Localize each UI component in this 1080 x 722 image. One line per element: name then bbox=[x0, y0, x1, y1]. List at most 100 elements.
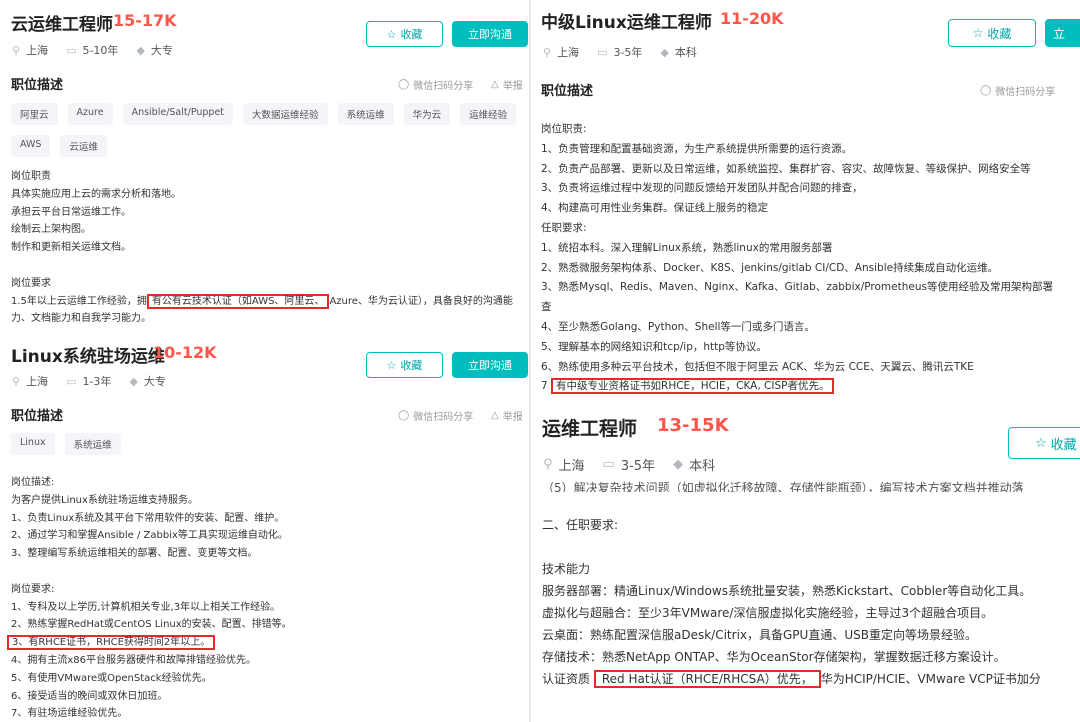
report-link[interactable]: △ 举报 bbox=[491, 77, 527, 92]
job-title: 云运维工程师 bbox=[11, 15, 113, 35]
job-city: 上海 bbox=[26, 44, 49, 57]
desc-line: 7、有驻场运维经验优先。 bbox=[11, 708, 128, 720]
desc-line: 6、熟练使用多种云平台技术，包括但不限于阿里云 ACK、华为云 CCE、天翼云、… bbox=[541, 360, 974, 373]
desc-line: 3、整理编写系统运维相关的部署、配置、变更等文档。 bbox=[11, 548, 258, 560]
wechat-share-link[interactable]: ◯ 微信扫码分享 bbox=[398, 77, 477, 92]
favorite-label: 收藏 bbox=[400, 28, 423, 41]
desc-line: 5、有使用VMware或OpenStack经验优先。 bbox=[11, 672, 212, 684]
skill-tags: 阿里云 Azure Ansible/Salt/Puppet 大数据运维经验 系统… bbox=[11, 103, 529, 167]
job-title: 运维工程师 bbox=[542, 418, 638, 440]
desc-line: 承担云平台日常运维工作。 bbox=[11, 206, 131, 218]
desc-line: 查 bbox=[541, 301, 552, 314]
job-experience: 5-10年 bbox=[82, 44, 119, 57]
job-experience: 1-3年 bbox=[82, 375, 112, 388]
desc-line: 1、统招本科。深入理解Linux系统，熟悉linux的常用服务部署 bbox=[541, 241, 833, 254]
job-salary: 13-15K bbox=[657, 415, 729, 436]
highlight-box: 有中级专业资格证书如RHCE，HCIE，CKA, CISP者优先。 bbox=[551, 378, 835, 395]
wechat-share-label: 微信扫码分享 bbox=[995, 87, 1056, 98]
desc-line: 1、负责Linux系统及其平台下常用软件的安装、配置、维护。 bbox=[11, 512, 285, 524]
job-panel-linux-onsite: Linux系统驻场运维 10-12K ⚲ 上海 ▭ 1-3年 ◆ 大专 ☆ 收藏 立即沟… bbox=[0, 338, 529, 722]
desc-line: 2、通过学习和掌握Ansible / Zabbix等工具实现运维自动化。 bbox=[11, 530, 288, 542]
desc-line: 4、至少熟悉Golang、Python、Shell等一门或多门语言。 bbox=[541, 320, 815, 333]
highlight-box: 3、有RHCE证书，RHCE获得时间2年以上。 bbox=[7, 635, 216, 651]
desc-line: 1、专科及以上学历,计算机相关专业,3年以上相关工作经验。 bbox=[11, 601, 281, 613]
req-text: Azure、华为云认证），具备良好的沟通能 bbox=[329, 295, 513, 307]
skill-tag: 系统运维 bbox=[337, 103, 394, 125]
job-city: 上海 bbox=[557, 46, 580, 59]
desc-line: 2、熟练掌握RedHat或CentOS Linux的安装、配置、排错等。 bbox=[11, 619, 292, 631]
desc-line: 岗位描述: bbox=[11, 477, 55, 488]
job-description: （5）解决复杂技术问题（如虚拟化迁移故障、存储性能瓶颈），编写技术方案文档并推动… bbox=[542, 481, 1041, 690]
favorite-button[interactable]: ☆ 收藏 bbox=[948, 19, 1036, 47]
desc-line-cut: （5）解决复杂技术问题（如虚拟化迁移故障、存储性能瓶颈），编写技术方案文档并推动… bbox=[542, 481, 1024, 492]
job-experience: 3-5年 bbox=[613, 46, 643, 59]
desc-line: 岗位要求: bbox=[11, 583, 55, 595]
location-icon: ⚲ bbox=[543, 45, 552, 59]
location-icon: ⚲ bbox=[543, 457, 553, 472]
wechat-share-link[interactable]: ◯ 微信扫码分享 bbox=[980, 83, 1059, 98]
section-title: 职位描述 bbox=[11, 409, 64, 424]
skill-tag: Azure bbox=[67, 103, 113, 125]
favorite-button[interactable]: ☆ 收藏 bbox=[366, 352, 443, 378]
section-title: 职位描述 bbox=[11, 78, 64, 93]
desc-line: 2、熟悉微服务架构体系、Docker、K8S、jenkins/gitlab CI… bbox=[541, 261, 999, 274]
chat-now-button[interactable]: 立 bbox=[1045, 19, 1080, 47]
section-subtitle: 二、任职要求: bbox=[542, 518, 619, 532]
desc-line: 存储技术：熟悉NetApp ONTAP、华为OceanStor存储架构，掌握数据… bbox=[542, 650, 1006, 664]
req-text: 1.5年以上云运维工作经验，拥 bbox=[11, 295, 147, 307]
desc-line: 1.5年以上云运维工作经验，拥 有公有云技术认证（如AWS、阿里云、 Azure、华… bbox=[11, 293, 513, 311]
list-number: 7 bbox=[541, 380, 548, 393]
job-description: 岗位职责: 1、负责管理和配置基础资源，为生产系统提供所需要的运行资源。 2、负… bbox=[541, 120, 1053, 397]
chat-now-button[interactable]: 立即沟通 bbox=[452, 21, 528, 47]
job-meta: ⚲ 上海 ▭ 1-3年 ◆ 大专 bbox=[12, 373, 184, 389]
skill-tag: 系统运维 bbox=[64, 433, 121, 455]
desc-line: 3、有RHCE证书，RHCE获得时间2年以上。 bbox=[7, 634, 292, 652]
skill-tag: Linux bbox=[11, 433, 55, 455]
job-meta: ⚲ 上海 ▭ 5-10年 ◆ 大专 bbox=[12, 42, 191, 58]
star-icon: ☆ bbox=[386, 358, 397, 372]
desc-line: 岗位职责: bbox=[541, 123, 587, 135]
warning-icon: △ bbox=[491, 410, 499, 421]
cert-text: 华为HCIP/HCIE、VMware VCP证书加分 bbox=[820, 672, 1041, 686]
highlight-box: 有公有云技术认证（如AWS、阿里云、 bbox=[146, 293, 330, 309]
job-education: 大专 bbox=[143, 375, 166, 388]
desc-line: 3、负责将运维过程中发现的问题反馈给开发团队并配合问题的排查， bbox=[541, 182, 863, 195]
desc-line: 绘制云上架构图。 bbox=[11, 224, 91, 236]
desc-line: 岗位要求 bbox=[11, 277, 51, 289]
location-icon: ⚲ bbox=[12, 374, 21, 388]
chat-now-button[interactable]: 立即沟通 bbox=[452, 352, 528, 378]
job-title: Linux系统驻场运维 bbox=[11, 347, 165, 367]
desc-line: 制作和更新相关运维文档。 bbox=[11, 242, 131, 254]
job-title: 中级Linux运维工程师 bbox=[541, 13, 712, 33]
highlight-box: Red Hat认证（RHCE/RHCSA）优先， bbox=[593, 670, 821, 688]
wechat-share-label: 微信扫码分享 bbox=[413, 412, 474, 423]
job-salary: 15-17K bbox=[113, 11, 177, 30]
report-link[interactable]: △ 举报 bbox=[491, 408, 527, 423]
favorite-button[interactable]: ☆ 收藏 bbox=[1008, 427, 1080, 459]
job-description: 岗位描述: 为客户提供Linux系统驻场运维支持服务。 1、负责Linux系统及… bbox=[7, 474, 292, 722]
wechat-share-link[interactable]: ◯ 微信扫码分享 bbox=[398, 408, 477, 423]
job-meta: ⚲ 上海 ▭ 3-5年 ◆ 本科 bbox=[543, 455, 733, 474]
wechat-share-label: 微信扫码分享 bbox=[413, 81, 474, 92]
briefcase-icon: ▭ bbox=[597, 45, 608, 59]
desc-line: 4、拥有主流x86平台服务器硬件和故障排错经验优先。 bbox=[11, 654, 257, 666]
job-panel-mid-linux: 中级Linux运维工程师 11-20K ⚲ 上海 ▭ 3-5年 ◆ 本科 ☆ 收藏 立 … bbox=[531, 0, 1080, 406]
desc-line: 4、构建高可用性业务集群。保证线上服务的稳定 bbox=[541, 202, 769, 215]
skill-tag: 阿里云 bbox=[11, 103, 58, 125]
graduation-cap-icon: ◆ bbox=[129, 374, 138, 388]
job-education: 大专 bbox=[150, 44, 173, 57]
skill-tags: Linux 系统运维 bbox=[11, 433, 131, 465]
desc-line: 认证资质 Red Hat认证（RHCE/RHCSA）优先， 华为HCIP/HCIE… bbox=[542, 668, 1041, 690]
chat-now-label: 立即沟通 bbox=[468, 359, 512, 372]
chat-now-label: 立即沟通 bbox=[468, 28, 512, 41]
warning-icon: △ bbox=[491, 79, 499, 90]
graduation-cap-icon: ◆ bbox=[660, 45, 669, 59]
desc-line: 6、接受适当的晚间或双休日加班。 bbox=[11, 690, 168, 702]
job-panel-cloud-ops: 云运维工程师 15-17K ⚲ 上海 ▭ 5-10年 ◆ 大专 ☆ 收藏 立即沟通 职位… bbox=[0, 0, 529, 338]
desc-line: 2、负责产品部署、更新以及日常运维，如系统监控、集群扩容、容灾、故障恢复、等级保… bbox=[541, 162, 1031, 175]
desc-line: 技术能力 bbox=[542, 562, 591, 576]
section-title: 职位描述 bbox=[541, 84, 594, 99]
skill-tag: 大数据运维经验 bbox=[243, 103, 328, 125]
skill-tag: AWS bbox=[11, 135, 51, 157]
favorite-button[interactable]: ☆ 收藏 bbox=[366, 21, 443, 47]
